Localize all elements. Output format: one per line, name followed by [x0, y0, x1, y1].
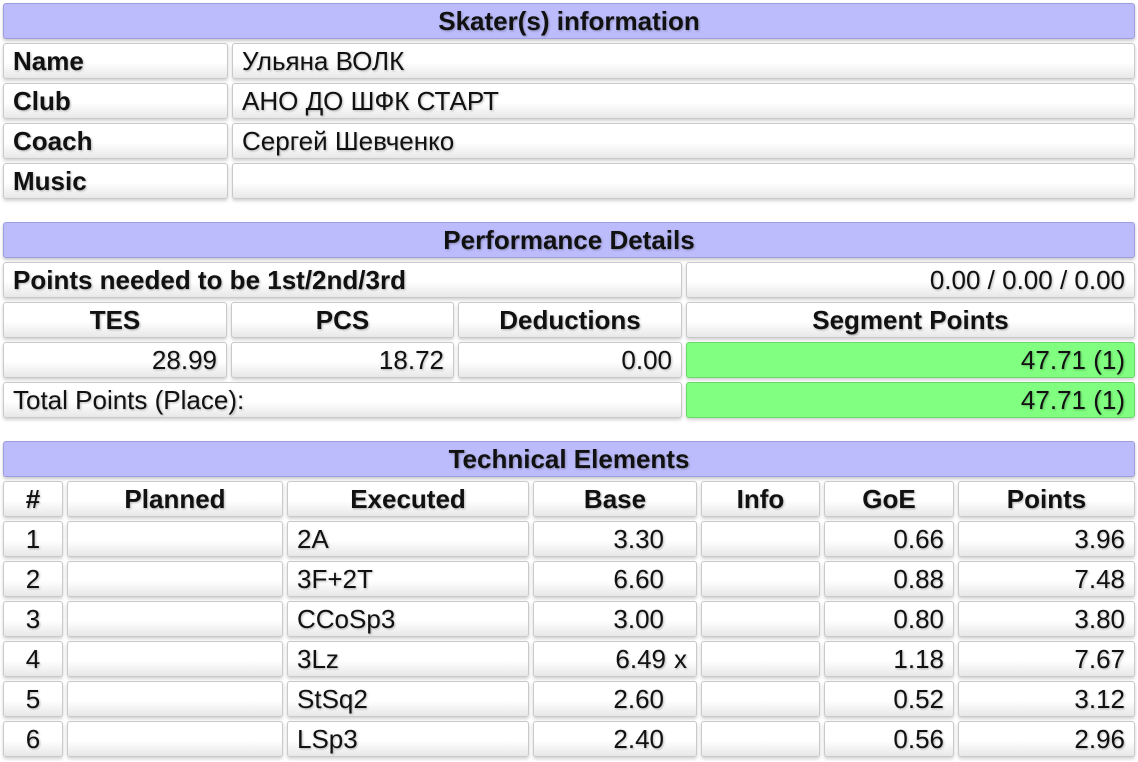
- element-info: [701, 641, 820, 677]
- element-points: 3.96: [958, 521, 1135, 557]
- element-info: [701, 601, 820, 637]
- element-planned: [67, 641, 283, 677]
- element-goe: 0.66: [824, 521, 954, 557]
- points-needed-value: 0.00 / 0.00 / 0.00: [686, 262, 1135, 298]
- element-planned: [67, 721, 283, 757]
- element-number: 3: [3, 601, 63, 637]
- performance-details-header: Performance Details: [3, 222, 1135, 258]
- segment-points-value: 47.71 (1): [686, 342, 1135, 378]
- element-points: 3.12: [958, 681, 1135, 717]
- element-base-cell: 6.49 x: [533, 641, 697, 677]
- element-number: 5: [3, 681, 63, 717]
- col-header-planned: Planned: [67, 481, 283, 517]
- element-base: 3.30: [533, 521, 697, 557]
- element-planned: [67, 681, 283, 717]
- club-label: Club: [3, 83, 228, 119]
- technical-elements-header: Technical Elements: [3, 441, 1135, 477]
- total-points-value: 47.71 (1): [686, 382, 1135, 418]
- element-goe: 0.52: [824, 681, 954, 717]
- name-value: Ульяна ВОЛК: [232, 43, 1135, 79]
- element-base: 2.60: [533, 681, 697, 717]
- music-label: Music: [3, 163, 228, 199]
- tes-header: TES: [3, 302, 227, 338]
- element-number: 1: [3, 521, 63, 557]
- element-executed: 3Lz: [287, 641, 529, 677]
- element-points: 3.80: [958, 601, 1135, 637]
- element-base: 3.00: [533, 601, 697, 637]
- coach-value: Сергей Шевченко: [232, 123, 1135, 159]
- element-info: [701, 521, 820, 557]
- element-number: 4: [3, 641, 63, 677]
- col-header-base: Base: [533, 481, 697, 517]
- col-header-executed: Executed: [287, 481, 529, 517]
- club-value: АНО ДО ШФК СТАРТ: [232, 83, 1135, 119]
- element-base: 6.60: [533, 561, 697, 597]
- element-points: 7.48: [958, 561, 1135, 597]
- coach-label: Coach: [3, 123, 228, 159]
- element-goe: 1.18: [824, 641, 954, 677]
- name-label: Name: [3, 43, 228, 79]
- element-info: [701, 561, 820, 597]
- pcs-value: 18.72: [231, 342, 454, 378]
- element-info: [701, 721, 820, 757]
- element-goe: 0.56: [824, 721, 954, 757]
- element-base: 2.40: [533, 721, 697, 757]
- element-executed: LSp3: [287, 721, 529, 757]
- deductions-header: Deductions: [458, 302, 682, 338]
- music-value: [232, 163, 1135, 199]
- element-base: 6.49: [615, 644, 666, 674]
- element-planned: [67, 561, 283, 597]
- col-header-goe: GoE: [824, 481, 954, 517]
- element-info: [701, 681, 820, 717]
- deductions-value: 0.00: [458, 342, 682, 378]
- element-number: 6: [3, 721, 63, 757]
- element-executed: StSq2: [287, 681, 529, 717]
- element-goe: 0.88: [824, 561, 954, 597]
- col-header-number: #: [3, 481, 63, 517]
- element-points: 2.96: [958, 721, 1135, 757]
- element-planned: [67, 601, 283, 637]
- element-executed: CCoSp3: [287, 601, 529, 637]
- element-base-mark: x: [674, 644, 687, 674]
- pcs-header: PCS: [231, 302, 454, 338]
- col-header-info: Info: [701, 481, 820, 517]
- col-header-points: Points: [958, 481, 1135, 517]
- element-executed: 3F+2T: [287, 561, 529, 597]
- element-number: 2: [3, 561, 63, 597]
- points-needed-label: Points needed to be 1st/2nd/3rd: [3, 262, 682, 298]
- total-points-label: Total Points (Place):: [3, 382, 682, 418]
- element-points: 7.67: [958, 641, 1135, 677]
- element-planned: [67, 521, 283, 557]
- segment-points-header: Segment Points: [686, 302, 1135, 338]
- element-executed: 2A: [287, 521, 529, 557]
- tes-value: 28.99: [3, 342, 227, 378]
- skater-info-header: Skater(s) information: [3, 3, 1135, 39]
- element-goe: 0.80: [824, 601, 954, 637]
